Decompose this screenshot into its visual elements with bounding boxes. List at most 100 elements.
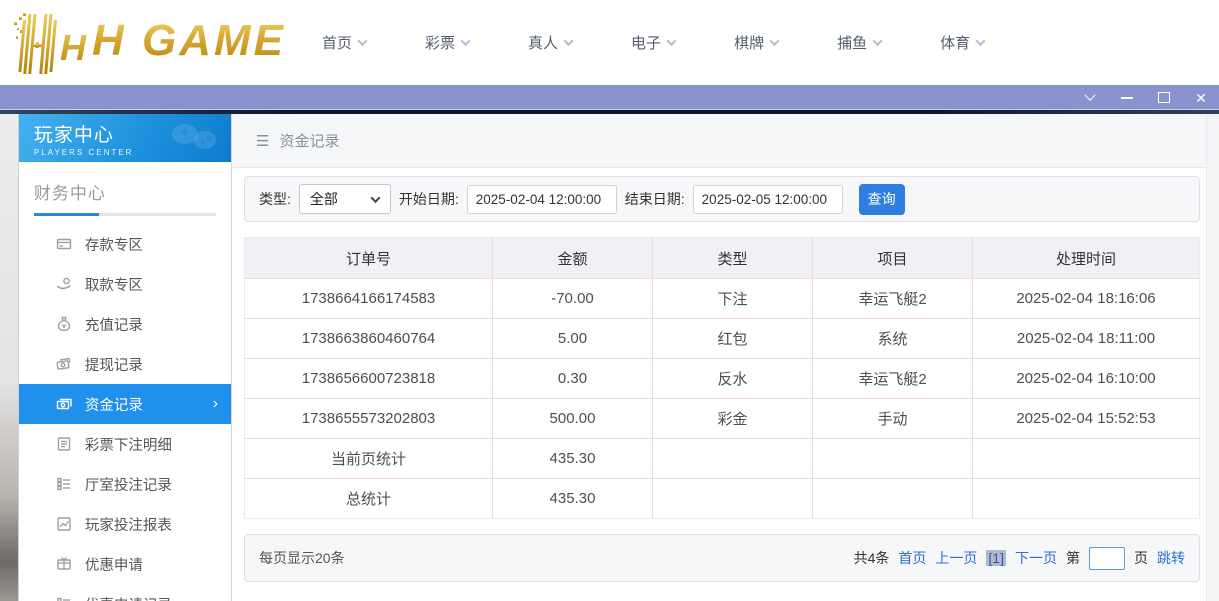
chevron-down-icon	[873, 36, 883, 46]
funds-records-table: 订单号 金额 类型 项目 处理时间 1738664166174583 -70.0…	[244, 237, 1200, 519]
sidebar-item-label: 优惠申请	[85, 554, 143, 575]
sidebar-item-withdraw-zone[interactable]: 取款专区	[19, 264, 231, 304]
nav-item-fishing[interactable]: 捕鱼	[837, 32, 881, 53]
first-page-link[interactable]: 首页	[898, 548, 926, 568]
next-page-link[interactable]: 下一页	[1015, 548, 1057, 568]
start-date-input[interactable]	[467, 185, 617, 214]
window-close-button[interactable]: ✕	[1193, 90, 1209, 106]
section-underline	[34, 213, 216, 216]
list-icon	[56, 476, 72, 492]
page-jump-input[interactable]	[1089, 547, 1125, 570]
nav-item-slots[interactable]: 电子	[631, 32, 675, 53]
search-button[interactable]: 查询	[859, 184, 905, 215]
cell-time: 2025-02-04 15:52:53	[973, 399, 1200, 439]
prev-page-link[interactable]: 上一页	[935, 548, 977, 568]
nav-item-live[interactable]: 真人	[528, 32, 572, 53]
site-logo[interactable]: H H GAME	[8, 8, 286, 74]
table-row: 1738655573202803 500.00 彩金 手动 2025-02-04…	[245, 399, 1200, 439]
window-dropdown-button[interactable]	[1082, 90, 1098, 106]
sidebar-item-funds-records[interactable]: 资金记录 ›	[19, 384, 231, 424]
jump-button[interactable]: 跳转	[1157, 548, 1185, 568]
sidebar-item-deposit-zone[interactable]: 存款专区	[19, 224, 231, 264]
cell-time: 2025-02-04 16:10:00	[973, 359, 1200, 399]
end-date-input[interactable]	[693, 185, 843, 214]
players-center-header: 玩家中心 PLAYERS CENTER	[19, 114, 231, 162]
right-gutter	[1206, 114, 1219, 601]
window-minimize-button[interactable]	[1119, 90, 1135, 106]
nav-label: 首页	[322, 32, 352, 53]
summary-amount: 435.30	[493, 439, 653, 479]
column-header-amount: 金额	[493, 238, 653, 279]
logo-text: H GAME	[92, 16, 286, 66]
chart-report-icon	[56, 516, 72, 532]
sidebar-item-withdrawal-records[interactable]: 提现记录	[19, 344, 231, 384]
page-title: 资金记录	[279, 130, 339, 151]
end-date-label: 结束日期:	[625, 189, 685, 209]
sidebar-item-label: 优惠申请记录	[85, 594, 172, 601]
window-titlebar: ✕	[0, 85, 1219, 110]
chevron-right-icon: ›	[213, 395, 218, 413]
cell-order-no: 1738664166174583	[245, 279, 493, 319]
cell-amount: -70.00	[493, 279, 653, 319]
cell-type: 反水	[653, 359, 813, 399]
window-maximize-button[interactable]	[1156, 90, 1172, 106]
type-select[interactable]: 全部	[299, 184, 391, 214]
nav-label: 体育	[940, 32, 970, 53]
nav-item-sports[interactable]: 体育	[940, 32, 984, 53]
sidebar-item-label: 资金记录	[85, 394, 143, 415]
cell-amount: 5.00	[493, 319, 653, 359]
sidebar-item-label: 取款专区	[85, 274, 143, 295]
cell-type: 下注	[653, 279, 813, 319]
chevron-down-icon	[358, 36, 368, 46]
sidebar-item-player-bet-report[interactable]: 玩家投注报表	[19, 504, 231, 544]
sidebar-item-hall-bet-records[interactable]: 厅室投注记录	[19, 464, 231, 504]
summary-amount: 435.30	[493, 479, 653, 519]
nav-item-lottery[interactable]: 彩票	[425, 32, 469, 53]
cell-item: 系统	[813, 319, 973, 359]
total-count: 共4条	[854, 548, 890, 568]
chevron-down-icon	[370, 193, 380, 203]
nav-item-chess[interactable]: 棋牌	[734, 32, 778, 53]
sidebar: 玩家中心 PLAYERS CENTER 财务中心	[18, 114, 232, 601]
cell-item: 幸运飞艇2	[813, 359, 973, 399]
maximize-icon	[1158, 92, 1170, 103]
sidebar-item-label: 玩家投注报表	[85, 514, 172, 535]
sidebar-item-promo-apply-records[interactable]: 优惠申请记录	[19, 584, 231, 601]
cell-amount: 0.30	[493, 359, 653, 399]
summary-label: 总统计	[245, 479, 493, 519]
current-page-indicator[interactable]: [1]	[986, 550, 1006, 566]
hand-money-icon	[56, 276, 72, 292]
cell-empty	[653, 439, 813, 479]
cash-icon	[56, 356, 72, 372]
cell-item: 幸运飞艇2	[813, 279, 973, 319]
sidebar-item-lottery-bet-details[interactable]: 彩票下注明细	[19, 424, 231, 464]
site-topbar: H H GAME 首页 彩票 真人 电子 棋牌 捕鱼	[0, 0, 1219, 85]
cell-empty	[973, 479, 1200, 519]
nav-label: 真人	[528, 32, 558, 53]
table-header-row: 订单号 金额 类型 项目 处理时间	[245, 238, 1200, 279]
finance-section-title: 财务中心	[19, 162, 231, 213]
cell-order-no: 1738663860460764	[245, 319, 493, 359]
filter-bar: 类型: 全部 开始日期: 结束日期: 查询	[244, 176, 1200, 222]
sidebar-item-label: 存款专区	[85, 234, 143, 255]
nav-item-home[interactable]: 首页	[322, 32, 366, 53]
nav-label: 彩票	[425, 32, 455, 53]
nav-label: 捕鱼	[837, 32, 867, 53]
start-date-label: 开始日期:	[399, 189, 459, 209]
sidebar-item-promo-apply[interactable]: 优惠申请	[19, 544, 231, 584]
sidebar-item-label: 充值记录	[85, 314, 143, 335]
chevron-down-icon	[770, 36, 780, 46]
hamburger-icon[interactable]: ☰	[256, 132, 269, 150]
logo-h-bars-icon: H	[8, 8, 88, 74]
bank-card-icon	[56, 236, 72, 252]
cell-order-no: 1738655573202803	[245, 399, 493, 439]
table-row: 1738663860460764 5.00 红包 系统 2025-02-04 1…	[245, 319, 1200, 359]
cell-order-no: 1738656600723818	[245, 359, 493, 399]
sidebar-item-recharge-records[interactable]: 充值记录	[19, 304, 231, 344]
svg-text:H: H	[60, 27, 87, 68]
column-header-item: 项目	[813, 238, 973, 279]
main-nav: 首页 彩票 真人 电子 棋牌 捕鱼 体育	[322, 0, 984, 85]
cell-empty	[813, 479, 973, 519]
gamepad-icon	[165, 118, 221, 154]
page-background-strip	[0, 114, 18, 601]
